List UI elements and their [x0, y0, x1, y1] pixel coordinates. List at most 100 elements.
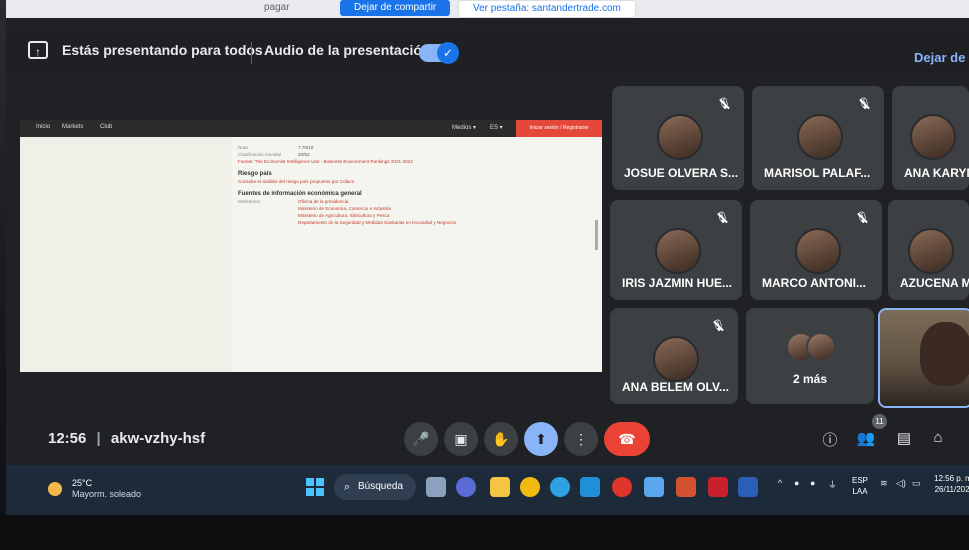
avatar	[797, 114, 843, 160]
mic-off-icon: 🎙	[711, 320, 725, 332]
participant-name: JOSUE OLVERA S...	[624, 166, 739, 180]
doc-row-key: Ministerios	[238, 199, 260, 204]
doc-heading: Riesgo país	[238, 171, 272, 177]
more-options-button[interactable]: ⋮	[564, 422, 598, 456]
presented-lang2: ES ▾	[490, 125, 503, 131]
mic-off-icon: 🎙	[855, 212, 869, 224]
input-language-line1: ESP	[852, 476, 869, 485]
battery-icon[interactable]: ▭	[912, 478, 921, 489]
acrobat-icon[interactable]	[708, 477, 728, 497]
hangup-icon: ☎	[618, 431, 636, 447]
start-icon[interactable]	[306, 478, 324, 496]
presented-nav-item: Inicio	[36, 124, 51, 130]
participant-tile[interactable]: 🎙 ANA BELEM OLV...	[610, 308, 738, 404]
chrome-profile-icon[interactable]	[644, 477, 664, 497]
monitor-bottom-bezel	[0, 515, 969, 550]
raise-hand-button[interactable]: ✋	[484, 422, 518, 456]
presenting-bar: ↑ Estás presentando para todos Audio de …	[6, 32, 969, 76]
audio-label: Audio de la presentación	[264, 42, 431, 58]
doc-link: Ministerio de Agricultura, Silvicultura …	[298, 213, 390, 218]
participant-name: MARCO ANTONI...	[762, 276, 866, 290]
mic-button[interactable]: 🎤	[404, 422, 438, 456]
weather-temperature[interactable]: 25°C	[72, 478, 92, 488]
teams-icon[interactable]	[456, 477, 476, 497]
leave-call-button[interactable]: ☎	[604, 422, 650, 456]
avatar	[795, 228, 841, 274]
presenting-text: Estás presentando para todos	[62, 42, 263, 58]
volume-icon[interactable]: ◁)	[896, 478, 906, 489]
clock-date: 26/11/2022	[934, 485, 969, 494]
doc-link: Departamento de la Seguridad y Medidas S…	[298, 220, 457, 225]
presented-screen: Inicio Markets Club Medios ▾ ES ▾ Inicia…	[20, 120, 602, 372]
windows-taskbar: 25°C Mayorm. soleado ⌕ Búsqueda ^ ● ● ⏚ …	[6, 465, 969, 515]
hand-icon: ✋	[492, 431, 510, 447]
people-icon[interactable]: 👥	[856, 429, 876, 447]
doc-source: Fuente: The Economist Intelligence Unit …	[238, 159, 413, 164]
participant-name: ANA KARYMI	[904, 166, 969, 180]
doc-row-key: Nota	[238, 145, 248, 150]
doc-link: Oficina de la presidencia	[298, 199, 349, 204]
participant-tile[interactable]: AZUCENA MA	[888, 200, 969, 300]
taskbar-search[interactable]: ⌕ Búsqueda	[334, 474, 416, 500]
mic-off-icon: 🎙	[717, 98, 731, 110]
file-explorer-icon[interactable]	[490, 477, 510, 497]
doc-link: Ministerio de Economía, Comercio e Indus…	[298, 206, 391, 211]
activities-icon[interactable]: ⌂	[928, 429, 948, 446]
edge-icon[interactable]	[550, 477, 570, 497]
doc-row-value: 20/52	[298, 152, 310, 157]
task-view-icon[interactable]	[426, 477, 446, 497]
doc-text: Consulte el análisis del riesgo país pro…	[238, 179, 356, 184]
mic-off-icon: 🎙	[715, 212, 729, 224]
stop-presenting-button[interactable]: Dejar de p	[914, 50, 969, 65]
participant-tile[interactable]: 🎙 MARCO ANTONI...	[750, 200, 882, 300]
tray-app-icon[interactable]: ●	[794, 478, 799, 488]
chrome-icon[interactable]	[520, 477, 540, 497]
search-icon: ⌕	[344, 481, 351, 493]
avatar	[909, 114, 956, 160]
participant-tile[interactable]: 🎙 IRIS JAZMIN HUE...	[610, 200, 742, 300]
avatar	[806, 332, 836, 362]
participant-tile[interactable]: ANA KARYMI	[892, 86, 969, 190]
mic-icon: 🎤	[412, 431, 430, 447]
present-icon: ⬆	[535, 431, 547, 447]
browser-sharing-strip: pagar Dejar de compartir Ver pestaña: sa…	[6, 0, 969, 18]
present-button[interactable]: ⬆	[524, 422, 558, 456]
avatar	[653, 336, 699, 382]
stop-sharing-button[interactable]: Dejar de compartir	[340, 0, 451, 16]
meeting-controls: 12:56 | akw-vzhy-hsf 🎤 ▣ ✋ ⬆ ⋮ ☎ ⓘ 👥 11 …	[6, 412, 969, 464]
mail-icon[interactable]	[580, 477, 600, 497]
more-participants-tile[interactable]: 2 más	[746, 308, 874, 404]
camera-button[interactable]: ▣	[444, 422, 478, 456]
meeting-code: akw-vzhy-hsf	[110, 430, 206, 447]
people-count-badge: 11	[872, 414, 887, 429]
doc-heading: Fuentes de información económica general	[238, 191, 362, 197]
tray-usb-icon[interactable]: ⏚	[828, 478, 837, 491]
view-tab-button[interactable]: Ver pestaña: santandertrade.com	[458, 0, 636, 18]
doc-row-key: Clasificación mundial	[238, 152, 282, 157]
doc-row-value: 7.76/10	[298, 145, 314, 150]
powerpoint-icon[interactable]	[676, 477, 696, 497]
taskbar-clock[interactable]: 12:56 p. m. 26/11/2022	[934, 473, 969, 495]
self-view-tile[interactable]	[878, 308, 969, 408]
avatar	[655, 228, 701, 274]
weather-sun-icon[interactable]	[48, 482, 62, 496]
weather-description[interactable]: Mayorm. soleado	[72, 489, 141, 499]
presented-nav: Inicio Markets Club Medios ▾ ES ▾ Inicia…	[20, 120, 602, 137]
search-label: Búsqueda	[358, 481, 404, 492]
tray-chevron-icon[interactable]: ^	[778, 478, 782, 488]
self-face	[920, 322, 969, 386]
info-icon[interactable]: ⓘ	[820, 429, 840, 450]
more-participants-label: 2 más	[792, 372, 828, 386]
chat-icon[interactable]: ▤	[894, 429, 914, 447]
opera-icon[interactable]	[612, 477, 632, 497]
meeting-time: 12:56	[48, 430, 87, 447]
participant-tile[interactable]: 🎙 MARISOL PALAF...	[752, 86, 884, 190]
input-language[interactable]: ESP LAA	[852, 475, 868, 497]
participant-name: AZUCENA MA	[900, 276, 969, 290]
tray-app-icon[interactable]: ●	[810, 478, 815, 488]
wifi-icon[interactable]: ≋	[880, 478, 888, 489]
participant-name: ANA BELEM OLV...	[622, 380, 729, 394]
participant-tile[interactable]: 🎙 JOSUE OLVERA S...	[612, 86, 744, 190]
audio-toggle[interactable]: ✓	[419, 42, 459, 64]
word-icon[interactable]	[738, 477, 758, 497]
